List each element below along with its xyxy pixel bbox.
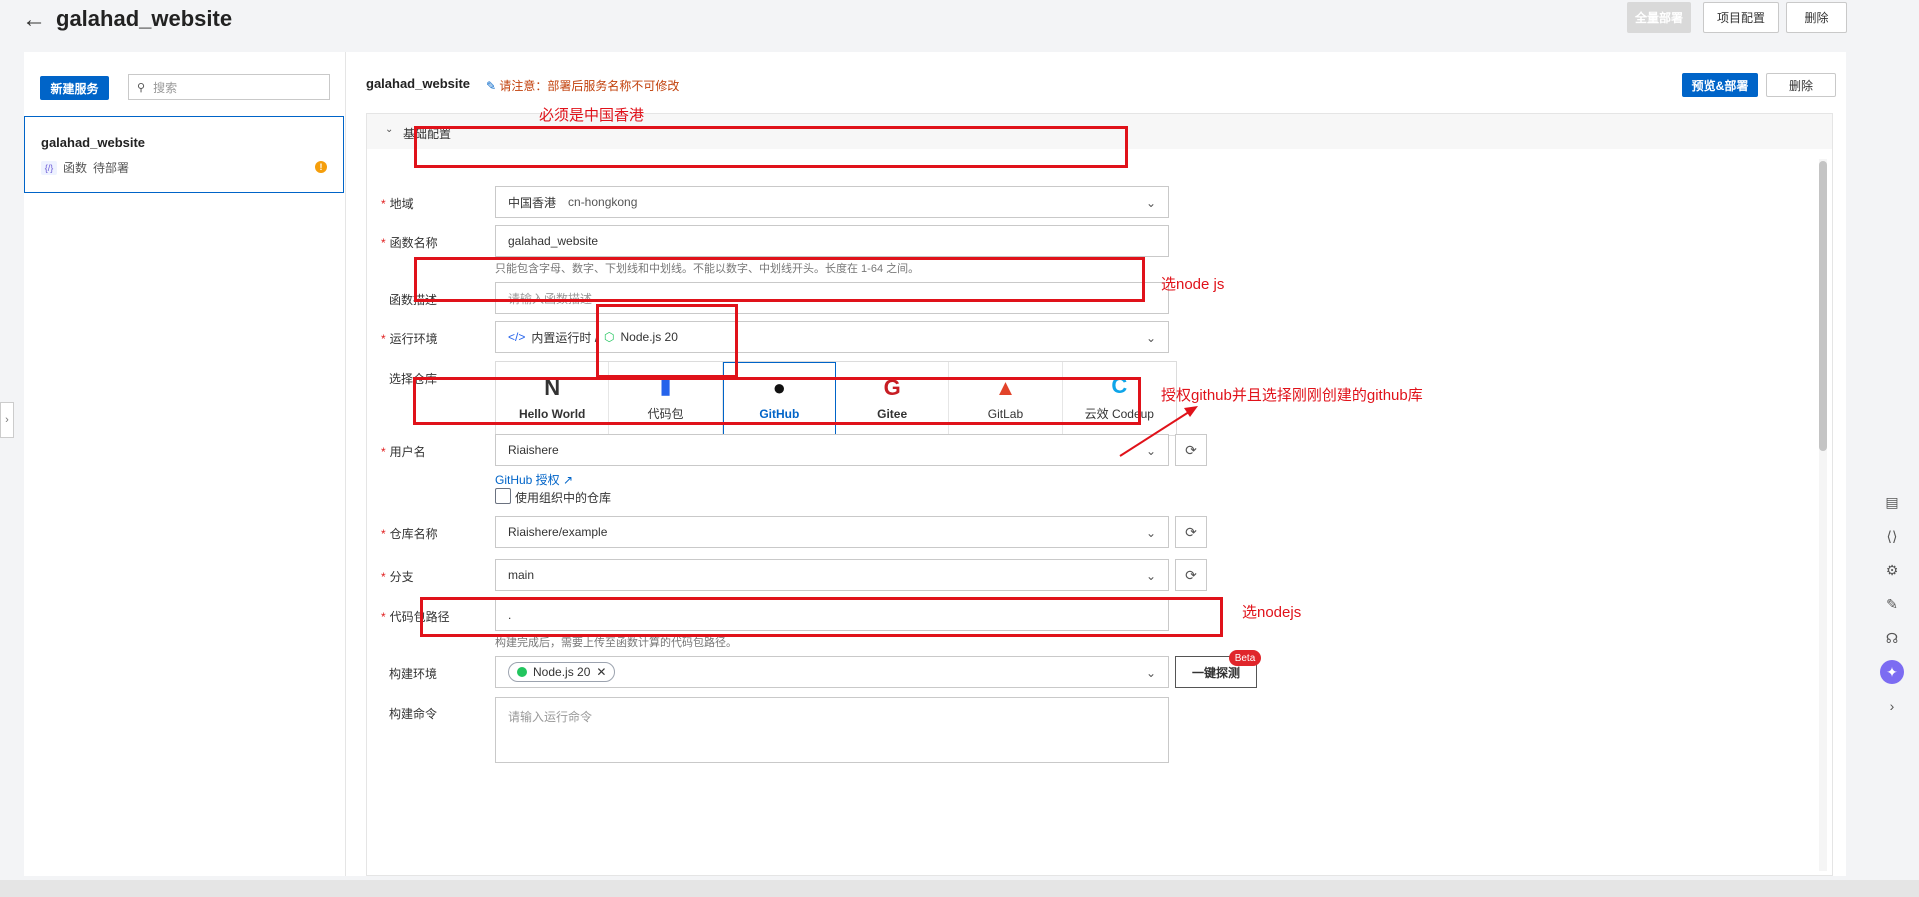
- service-type: 函数: [63, 161, 88, 175]
- page-title: galahad_website: [56, 6, 233, 31]
- basic-config-form: ⌄ 基础配置 * 地域 中国香港 cn-hongkong ⌄ * 函数名称 gala…: [366, 113, 1833, 876]
- warning-icon: !: [315, 161, 327, 173]
- service-list-item[interactable]: galahad_website {/} 函数 待部署 !: [24, 116, 344, 193]
- annotation-box-build-env: [420, 597, 1223, 637]
- service-status: 待部署: [93, 161, 130, 175]
- service-title: galahad_website: [366, 76, 471, 91]
- arrow-left-icon[interactable]: ←: [22, 8, 46, 32]
- annotation-runtime-note: 选node js: [1161, 276, 1225, 293]
- bottom-bar: [0, 880, 1919, 897]
- region-select[interactable]: 中国香港 cn-hongkong ⌄: [495, 186, 1169, 218]
- service-meta: {/} 函数 待部署: [41, 159, 129, 176]
- build-cmd-textarea[interactable]: 请输入运行命令: [495, 697, 1169, 763]
- service-name: galahad_website: [41, 135, 146, 150]
- region-code: cn-hongkong: [568, 195, 638, 209]
- chevron-down-icon: ⌄: [1145, 666, 1156, 680]
- annotation-box-region: [414, 126, 1128, 168]
- scrollbar[interactable]: [1819, 159, 1827, 871]
- org-repo-checkbox[interactable]: [495, 488, 511, 504]
- build-env-select[interactable]: Node.js 20 ✕ ⌄: [495, 656, 1169, 688]
- annotation-box-username: [413, 377, 1141, 425]
- runtime-label: * 运行环境: [381, 332, 438, 346]
- chevron-down-icon: ⌄: [1145, 526, 1156, 540]
- annotation-region-note: 必须是中国香港: [539, 107, 645, 124]
- delete-service-button[interactable]: 删除: [1766, 73, 1836, 97]
- repo-name-select[interactable]: Riaishere/example ⌄: [495, 516, 1169, 548]
- username-label: * 用户名: [381, 445, 426, 459]
- region-label: * 地域: [381, 197, 414, 211]
- username-select[interactable]: Riaishere ⌄: [495, 434, 1169, 466]
- main-card: 新建服务 ⚲ 搜索 galahad_website {/} 函数 待部署 ! g…: [24, 52, 1846, 876]
- edit-icon: ✎: [486, 79, 500, 93]
- function-name-label: * 函数名称: [381, 236, 438, 250]
- runtime-category: 内置运行时 /: [531, 330, 599, 345]
- chevron-right-icon[interactable]: ›: [0, 402, 14, 438]
- build-env-tag: Node.js 20 ✕: [508, 662, 616, 682]
- deploy-all-button[interactable]: 全量部署: [1627, 2, 1691, 33]
- rename-notice: ✎ 请注意：部署后服务名称不可修改: [486, 79, 680, 93]
- org-repo-label: 使用组织中的仓库: [515, 491, 612, 505]
- chevron-right-icon[interactable]: ›: [1880, 694, 1904, 718]
- gear-icon[interactable]: ⚙: [1880, 558, 1904, 582]
- function-icon: {/}: [41, 160, 57, 175]
- search-input[interactable]: ⚲ 搜索: [128, 74, 330, 100]
- function-name-input[interactable]: galahad_website: [495, 225, 1169, 257]
- nodejs-icon: [517, 667, 527, 677]
- document-icon[interactable]: ▤: [1880, 490, 1904, 514]
- scrollbar-thumb[interactable]: [1819, 161, 1827, 451]
- external-link-icon: ↗: [563, 473, 574, 487]
- branch-select[interactable]: main ⌄: [495, 559, 1169, 591]
- repo-name-label: * 仓库名称: [381, 527, 438, 541]
- branch-label: * 分支: [381, 570, 414, 584]
- search-placeholder: 搜索: [153, 80, 178, 95]
- github-auth-link[interactable]: GitHub 授权 ↗: [495, 471, 573, 488]
- headset-icon[interactable]: ☊: [1880, 626, 1904, 650]
- chevron-down-icon: ⌄: [1145, 331, 1156, 345]
- annotation-box-github: [596, 304, 738, 378]
- code-icon[interactable]: ⟨⟩: [1880, 524, 1904, 548]
- delete-project-button[interactable]: 删除: [1786, 2, 1847, 33]
- search-icon: ⚲: [137, 81, 146, 94]
- refresh-icon[interactable]: ⟳: [1175, 559, 1207, 591]
- project-config-button[interactable]: 项目配置: [1703, 2, 1779, 33]
- preview-deploy-button[interactable]: 预览&部署: [1682, 73, 1758, 97]
- top-header: ← galahad_website 全量部署 项目配置 删除: [0, 0, 1919, 42]
- new-service-button[interactable]: 新建服务: [40, 76, 109, 100]
- annotation-box-runtime: [414, 257, 1145, 302]
- chevron-down-icon: ⌄: [385, 124, 394, 135]
- chevron-down-icon: ⌄: [1145, 569, 1156, 583]
- assistant-icon[interactable]: ✦: [1880, 660, 1904, 684]
- annotation-build-note: 选nodejs: [1242, 604, 1302, 621]
- build-env-label: 构建环境: [389, 667, 438, 681]
- close-icon[interactable]: ✕: [596, 665, 606, 679]
- annotation-arrow-icon: [1119, 406, 1198, 457]
- chevron-down-icon: ⌄: [1145, 196, 1156, 210]
- refresh-icon[interactable]: ⟳: [1175, 516, 1207, 548]
- build-cmd-label: 构建命令: [389, 707, 438, 721]
- beta-badge: Beta: [1229, 650, 1261, 666]
- runtime-icon: </>: [508, 330, 526, 344]
- region-value: 中国香港: [508, 195, 557, 210]
- service-sidebar: 新建服务 ⚲ 搜索 galahad_website {/} 函数 待部署 !: [24, 52, 346, 876]
- edit-icon[interactable]: ✎: [1880, 592, 1904, 616]
